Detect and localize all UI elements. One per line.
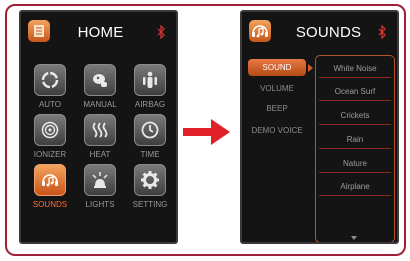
tile-sounds[interactable]: SOUNDS <box>25 164 75 216</box>
ionizer-icon <box>34 114 66 146</box>
page-title: SOUNDS <box>295 24 362 41</box>
menu-item-sound[interactable]: SOUND <box>248 59 306 76</box>
massage-hand-icon <box>84 64 116 96</box>
gear-icon <box>134 164 166 196</box>
menu-item-demo-voice[interactable]: DEMO VOICE <box>248 122 306 139</box>
tile-time[interactable]: TIME <box>125 114 175 166</box>
menu-pointer-icon <box>308 64 313 72</box>
bluetooth-icon <box>378 25 386 39</box>
tile-lights[interactable]: LIGHTS <box>75 164 125 216</box>
sounds-screen: SOUNDS SOUND VOLUME BEEP DEMO VOICE Whit… <box>240 10 399 244</box>
sound-item-ocean-surf[interactable]: Ocean Surf <box>319 82 391 101</box>
sound-item-nature[interactable]: Nature <box>319 154 391 173</box>
heat-waves-icon <box>84 114 116 146</box>
auto-cycle-icon <box>34 64 66 96</box>
clock-icon <box>134 114 166 146</box>
sound-item-airplane[interactable]: Airplane <box>319 177 391 196</box>
tile-ionizer[interactable]: IONIZER <box>25 114 75 166</box>
sound-item-rain[interactable]: Rain <box>319 130 391 149</box>
sound-item-crickets[interactable]: Crickets <box>319 106 391 125</box>
tile-airbag[interactable]: AIRBAG <box>125 64 175 116</box>
airbag-body-icon <box>134 64 166 96</box>
music-note-icon <box>34 164 66 196</box>
tile-heat[interactable]: HEAT <box>75 114 125 166</box>
tile-manual[interactable]: MANUAL <box>75 64 125 116</box>
tile-setting[interactable]: SETTING <box>125 164 175 216</box>
tile-label: TIME <box>140 150 160 159</box>
light-bulb-icon <box>84 164 116 196</box>
menu-item-beep[interactable]: BEEP <box>248 100 306 117</box>
page-title: HOME <box>77 24 124 41</box>
sound-item-white-noise[interactable]: White Noise <box>319 59 391 78</box>
triangle-down-icon[interactable] <box>351 236 357 240</box>
menu-item-volume[interactable]: VOLUME <box>248 80 306 97</box>
tile-auto[interactable]: AUTO <box>25 64 75 116</box>
sounds-header: SOUNDS <box>242 12 397 50</box>
tile-label: SETTING <box>132 200 168 209</box>
right-arrow-icon <box>183 119 230 145</box>
bluetooth-icon <box>157 25 165 39</box>
home-header: HOME <box>21 12 176 50</box>
sound-list: White Noise Ocean Surf Crickets Rain Nat… <box>315 55 395 242</box>
tile-label: AIRBAG <box>134 100 166 109</box>
home-screen: HOME AUTO MANUAL AIRBAG IONIZER HEAT TIM… <box>19 10 178 244</box>
